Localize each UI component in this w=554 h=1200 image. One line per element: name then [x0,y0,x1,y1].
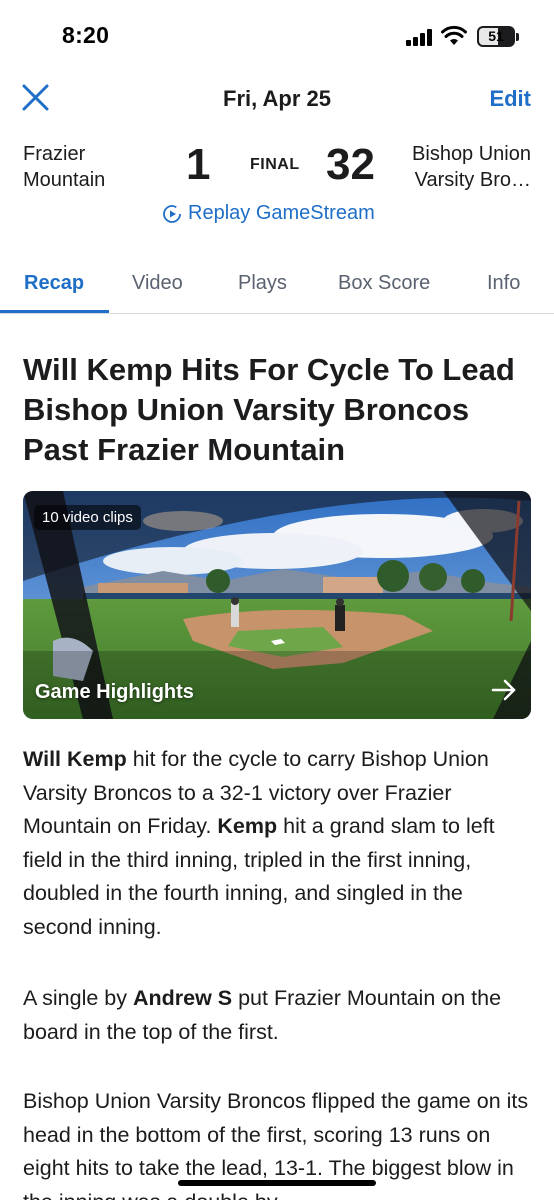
game-highlights-video[interactable]: 10 video clips Game Highlights [23,491,531,719]
tab-info[interactable]: Info [487,272,520,295]
article-headline: Will Kemp Hits For Cycle To Lead Bishop … [23,352,515,467]
player-name[interactable]: Kemp [217,814,277,838]
battery-level: 51 [488,28,504,44]
tab-bar: Recap Video Plays Box Score Info [0,258,554,314]
cellular-signal-icon [406,29,434,46]
replay-label: Replay GameStream [188,202,375,224]
replay-icon [163,204,181,223]
home-team-line1: Bishop Union [412,143,531,165]
tab-recap[interactable]: Recap [24,272,84,295]
battery-icon: 51 [477,26,515,47]
away-team-name[interactable]: Frazier Mountain [23,141,143,193]
status-bar: 8:20 51 [0,0,554,72]
game-status: FINAL [250,156,300,173]
player-name[interactable]: Will Kemp [23,747,127,771]
game-date: Fri, Apr 25 [223,86,331,111]
home-team-line2: Varsity Bro… [414,169,531,191]
arrow-right-icon[interactable] [489,675,519,705]
recap-paragraph-1: Will Kemp hit for the cycle to carry Bis… [23,747,495,939]
home-score: 32 [326,140,375,189]
recap-paragraph-2: A single by Andrew S put Frazier Mountai… [23,986,502,1044]
active-tab-indicator [0,310,109,313]
status-time: 8:20 [62,22,110,48]
edit-button[interactable]: Edit [489,86,531,112]
video-clips-badge: 10 video clips [34,505,141,530]
home-team-name[interactable]: Bishop Union Varsity Bro… [391,141,531,193]
tab-box-score[interactable]: Box Score [338,272,430,295]
home-indicator[interactable] [178,1180,376,1186]
player-name[interactable]: Andrew S [133,986,232,1010]
replay-gamestream-link[interactable]: Replay GameStream [162,202,375,225]
wifi-icon [441,25,467,45]
tab-plays[interactable]: Plays [238,272,287,295]
away-score: 1 [186,140,211,189]
video-title: Game Highlights [35,681,194,703]
battery-cap [516,33,519,41]
tab-video[interactable]: Video [132,272,183,295]
